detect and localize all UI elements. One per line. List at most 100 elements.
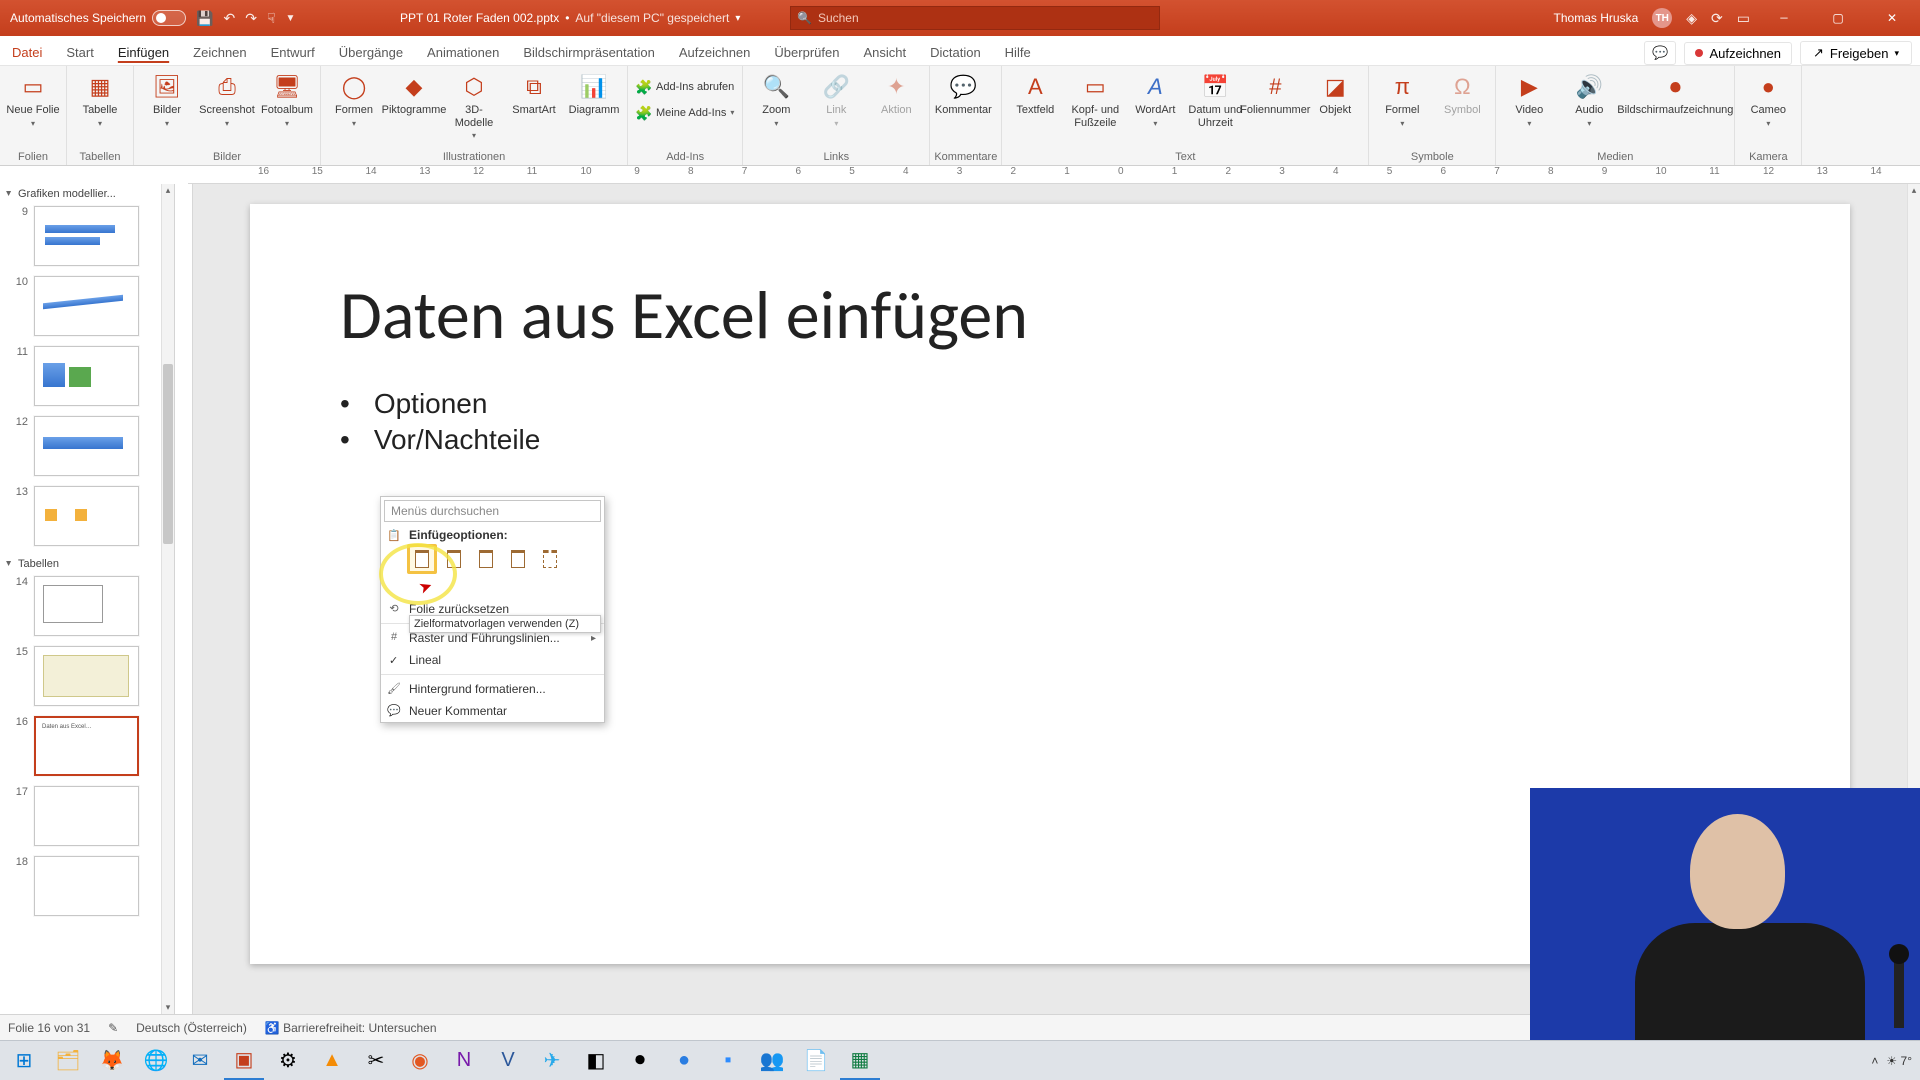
header-footer-button[interactable]: ▭Kopf- und Fußzeile <box>1066 70 1124 131</box>
tab-bildschirm[interactable]: Bildschirmpräsentation <box>511 39 667 65</box>
app4-icon[interactable]: ● <box>664 1042 704 1080</box>
language-status[interactable]: Deutsch (Österreich) <box>136 1021 247 1035</box>
3d-button[interactable]: ⬡3D-Modelle▾ <box>445 70 503 142</box>
tab-hilfe[interactable]: Hilfe <box>993 39 1043 65</box>
cameo-button[interactable]: ●Cameo▾ <box>1739 70 1797 130</box>
tab-einfuegen[interactable]: Einfügen <box>106 39 181 65</box>
video-button[interactable]: ▶Video▾ <box>1500 70 1558 130</box>
weather-icon[interactable]: ☀ 7° <box>1886 1054 1912 1068</box>
visio-icon[interactable]: V <box>488 1042 528 1080</box>
start-button[interactable]: ⊞ <box>4 1042 44 1080</box>
slide-thumbnail[interactable]: 16Daten aus Excel… <box>0 714 174 784</box>
thumbnail-scrollbar[interactable]: ▴ ▾ <box>161 184 174 1014</box>
proofing-icon[interactable]: ✎ <box>108 1021 118 1035</box>
tab-aufzeichnen[interactable]: Aufzeichnen <box>667 39 763 65</box>
excel-icon[interactable]: ▦ <box>840 1042 880 1080</box>
reset-slide[interactable]: ⟲Folie zurücksetzen <box>381 598 604 620</box>
slidenumber-button[interactable]: #Foliennummer <box>1246 70 1304 119</box>
grid-guides[interactable]: #Raster und Führungslinien... <box>381 627 604 649</box>
paste-picture[interactable] <box>505 546 531 572</box>
slide-thumbnail[interactable]: 11 <box>0 344 174 414</box>
teams-icon[interactable]: 👥 <box>752 1042 792 1080</box>
comment-button[interactable]: 💬Kommentar <box>934 70 992 119</box>
get-addins-button[interactable]: 🧩Add-Ins abrufen <box>632 76 738 98</box>
format-background[interactable]: 🖌Hintergrund formatieren... <box>381 678 604 700</box>
tab-dictation[interactable]: Dictation <box>918 39 993 65</box>
wordart-button[interactable]: AWordArt▾ <box>1126 70 1184 130</box>
app-icon[interactable]: ⚙ <box>268 1042 308 1080</box>
tab-start[interactable]: Start <box>54 39 105 65</box>
shapes-button[interactable]: ◯Formen▾ <box>325 70 383 130</box>
new-slide-button[interactable]: ▭Neue Folie▾ <box>4 70 62 130</box>
chevron-down-icon[interactable]: ▾ <box>735 13 740 24</box>
textbox-button[interactable]: ATextfeld <box>1006 70 1064 119</box>
sync-icon[interactable]: ⟳ <box>1711 10 1723 27</box>
accessibility-status[interactable]: ♿ Barrierefreiheit: Untersuchen <box>265 1021 437 1035</box>
explorer-icon[interactable]: 🗂 <box>48 1042 88 1080</box>
icons-button[interactable]: ◆Piktogramme <box>385 70 443 119</box>
screenshot-button[interactable]: ⎙Screenshot▾ <box>198 70 256 130</box>
zoom-button[interactable]: 🔍Zoom▾ <box>747 70 805 130</box>
tab-ueberpruefen[interactable]: Überprüfen <box>762 39 851 65</box>
slide-thumbnail[interactable]: 17 <box>0 784 174 854</box>
scroll-up-icon[interactable]: ▴ <box>162 184 174 197</box>
app3-icon[interactable]: ◧ <box>576 1042 616 1080</box>
slide-thumbnail[interactable]: 14 <box>0 574 174 644</box>
redo-icon[interactable]: ↷ <box>245 10 257 27</box>
onenote-icon[interactable]: N <box>444 1042 484 1080</box>
paste-keep-source[interactable] <box>441 546 467 572</box>
smartart-button[interactable]: ⧉SmartArt <box>505 70 563 119</box>
avatar[interactable]: TH <box>1652 8 1672 28</box>
equation-button[interactable]: πFormel▾ <box>1373 70 1431 130</box>
app5-icon[interactable]: 📄 <box>796 1042 836 1080</box>
comments-icon[interactable]: 💬 <box>1644 41 1676 65</box>
touch-mode-icon[interactable]: ☟ <box>267 10 276 27</box>
save-icon[interactable]: 💾 <box>196 10 213 27</box>
qat-dropdown-icon[interactable]: ▼ <box>286 13 296 24</box>
outlook-icon[interactable]: ✉ <box>180 1042 220 1080</box>
link-button[interactable]: 🔗Link▾ <box>807 70 865 130</box>
object-button[interactable]: ◪Objekt <box>1306 70 1364 119</box>
snip-icon[interactable]: ✂ <box>356 1042 396 1080</box>
symbol-button[interactable]: ΩSymbol <box>1433 70 1491 119</box>
my-addins-button[interactable]: 🧩Meine Add-Ins▾ <box>632 102 738 124</box>
audio-button[interactable]: 🔊Audio▾ <box>1560 70 1618 130</box>
context-search[interactable]: Menüs durchsuchen <box>384 500 601 522</box>
app2-icon[interactable]: ◉ <box>400 1042 440 1080</box>
section-header[interactable]: Tabellen <box>0 554 174 574</box>
powerpoint-icon[interactable]: ▣ <box>224 1042 264 1080</box>
date-button[interactable]: 📅Datum und Uhrzeit <box>1186 70 1244 131</box>
telegram-icon[interactable]: ✈ <box>532 1042 572 1080</box>
tab-ansicht[interactable]: Ansicht <box>851 39 918 65</box>
table-button[interactable]: ▦Tabelle▾ <box>71 70 129 130</box>
scroll-thumb[interactable] <box>163 364 173 544</box>
maximize-button[interactable]: ▢ <box>1818 1 1858 35</box>
section-header[interactable]: Grafiken modellier... <box>0 184 174 204</box>
slide-thumbnail[interactable]: 9 <box>0 204 174 274</box>
minimize-button[interactable]: — <box>1764 1 1804 35</box>
tab-datei[interactable]: Datei <box>0 39 54 65</box>
screenrec-button[interactable]: ⏺Bildschirmaufzeichnung <box>1620 70 1730 119</box>
slide-thumbnail[interactable]: 12 <box>0 414 174 484</box>
tab-uebergaenge[interactable]: Übergänge <box>327 39 415 65</box>
scroll-down-icon[interactable]: ▾ <box>162 1001 174 1014</box>
photoalbum-button[interactable]: 🖥Fotoalbum▾ <box>258 70 316 130</box>
slide-thumbnail[interactable]: 10 <box>0 274 174 344</box>
chart-button[interactable]: 📊Diagramm <box>565 70 623 119</box>
slide-thumbnail[interactable]: 13 <box>0 484 174 554</box>
paste-embed[interactable] <box>473 546 499 572</box>
present-icon[interactable]: ◈ <box>1686 10 1697 27</box>
obs-icon[interactable]: ⏺ <box>620 1042 660 1080</box>
firefox-icon[interactable]: 🦊 <box>92 1042 132 1080</box>
tray-expand-icon[interactable]: ˄ <box>1871 1054 1878 1068</box>
vlc-icon[interactable]: ▲ <box>312 1042 352 1080</box>
action-button[interactable]: ✦Aktion <box>867 70 925 119</box>
pictures-button[interactable]: 🖼Bilder▾ <box>138 70 196 130</box>
record-button[interactable]: Aufzeichnen <box>1684 42 1792 65</box>
paste-text[interactable] <box>537 546 563 572</box>
slide-thumbnail[interactable]: 18 <box>0 854 174 924</box>
search-input[interactable]: 🔍 <box>790 6 1160 30</box>
zoom-icon[interactable]: ▪ <box>708 1042 748 1080</box>
tab-zeichnen[interactable]: Zeichnen <box>181 39 258 65</box>
chrome-icon[interactable]: 🌐 <box>136 1042 176 1080</box>
